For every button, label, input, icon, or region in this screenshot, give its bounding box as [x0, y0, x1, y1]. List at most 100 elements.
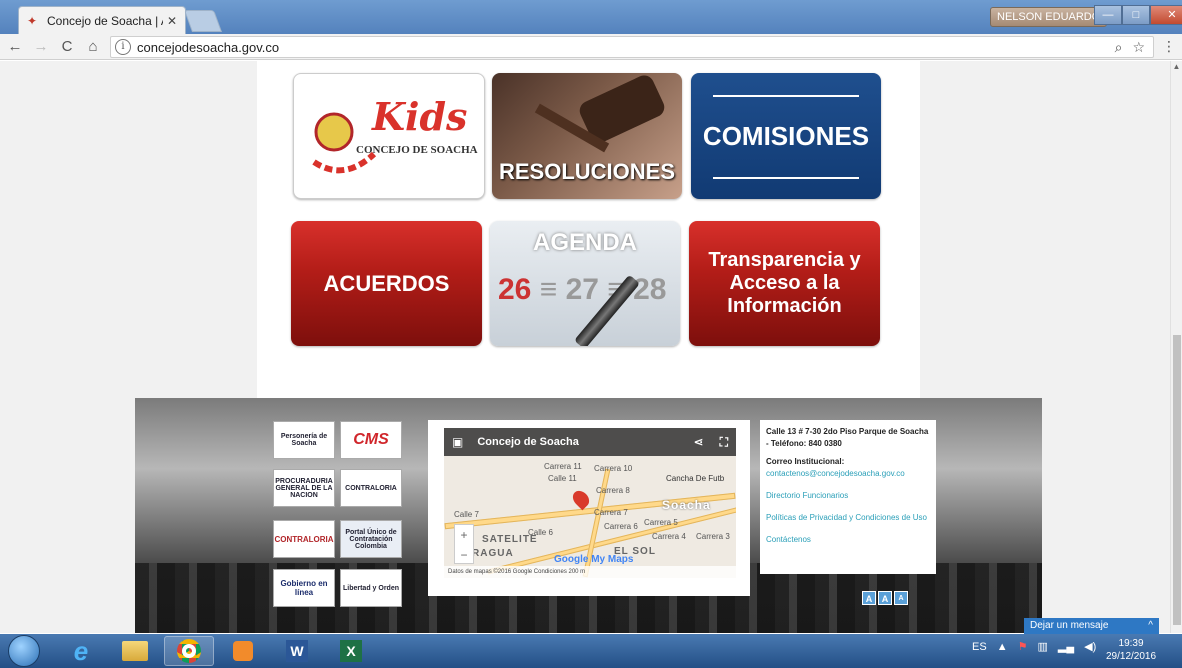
resoluciones-tile[interactable]: RESOLUCIONES [492, 73, 682, 199]
map-pin-icon[interactable] [569, 487, 593, 511]
street-label: Carrera 11 [544, 462, 582, 471]
footer: Personería de Soacha CMS PROCURADURIA GE… [135, 398, 1042, 633]
colombia-shield-logo[interactable]: Libertad y Orden [340, 569, 402, 607]
map-zoom-control: + − [454, 524, 474, 564]
place-label: Soacha [662, 498, 711, 512]
street-label: Carrera 10 [594, 464, 633, 473]
clock-time: 19:39 [1118, 638, 1144, 649]
page-scrollbar[interactable]: ▲ [1170, 61, 1182, 633]
profile-button[interactable]: NELSON EDUARDO [990, 7, 1108, 27]
fullscreen-icon[interactable]: ⛶ [720, 435, 728, 450]
url-text: concejodesoacha.gov.co [137, 39, 280, 55]
cms-logo[interactable]: CMS [340, 421, 402, 459]
network-icon[interactable]: ▥ [1037, 640, 1047, 653]
street-label: Carrera 7 [594, 508, 628, 517]
map-header: ▣ Concejo de Soacha ⋖ ⛶ [444, 428, 736, 456]
street-label: Carrera 4 [652, 532, 686, 541]
contactenos-link[interactable]: Contáctenos [766, 534, 930, 546]
new-tab-button[interactable] [183, 10, 223, 32]
agenda-day-26: 26 [498, 273, 532, 306]
windows-taskbar: e W X ES ▲ ⚑ ▥ ▂▄ ◀) 19:39 29/12/2016 [0, 634, 1182, 668]
comisiones-bottom-line [713, 177, 859, 179]
chevron-up-icon[interactable]: ^ [1148, 618, 1153, 634]
agenda-tile[interactable]: AGENDA 26 ≡ 27 ≡ 28 [490, 221, 680, 346]
bookmark-star-icon[interactable]: ☆ [1132, 39, 1145, 56]
text-size-large-button[interactable]: A [862, 591, 876, 605]
text-size-controls: A A A [862, 591, 908, 605]
signal-icon[interactable]: ▂▄ [1058, 640, 1074, 653]
word-icon[interactable]: W [272, 636, 322, 666]
window-controls: — □ ✕ [1094, 5, 1182, 25]
text-size-small-button[interactable]: A [894, 591, 908, 605]
kids-tile[interactable]: Kids CONCEJO DE SOACHA [293, 73, 485, 199]
acuerdos-label: ACUERDOS [323, 270, 450, 296]
internet-explorer-icon[interactable]: e [56, 636, 106, 666]
volume-icon[interactable]: ◀) [1084, 640, 1096, 653]
zoom-icon[interactable]: ⌕ [1115, 39, 1123, 56]
portal-contratacion-logo[interactable]: Portal Único de Contratación Colombia [340, 520, 402, 558]
directorio-link[interactable]: Directorio Funcionarios [766, 490, 930, 502]
kids-word: Kids [372, 94, 468, 139]
home-button[interactable]: ⌂ [82, 38, 104, 55]
gobierno-en-linea-logo[interactable]: Gobierno en línea [273, 569, 335, 607]
clock[interactable]: 19:39 29/12/2016 [1106, 637, 1156, 663]
street-label: Carrera 8 [596, 486, 630, 495]
scroll-up-icon[interactable]: ▲ [1171, 61, 1182, 73]
transparencia-line-3: Información [727, 295, 842, 317]
back-button[interactable]: ← [4, 38, 26, 55]
agenda-day-28: 28 [633, 273, 667, 306]
file-explorer-icon[interactable] [110, 636, 160, 666]
page-viewport: Kids CONCEJO DE SOACHA RESOLUCIONES COMI… [0, 61, 1170, 633]
reload-button[interactable]: C [56, 38, 78, 55]
site-info-icon[interactable]: i [115, 39, 131, 55]
browser-tab[interactable]: ✦ Concejo de Soacha | Acu ✕ [18, 6, 186, 34]
excel-icon[interactable]: X [326, 636, 376, 666]
close-window-button[interactable]: ✕ [1150, 5, 1182, 25]
system-tray: ES ▲ ⚑ ▥ ▂▄ ◀) [972, 640, 1096, 654]
share-icon[interactable]: ⋖ [694, 435, 704, 450]
language-indicator[interactable]: ES [972, 641, 987, 653]
contraloria-logo[interactable]: CONTRALORIA [340, 469, 402, 507]
maximize-button[interactable]: □ [1122, 5, 1150, 25]
kids-concejo-label: CONCEJO DE SOACHA [356, 144, 478, 156]
contact-card: Calle 13 # 7-30 2do Piso Parque de Soach… [760, 420, 936, 574]
transparencia-line-1: Transparencia y [708, 249, 861, 271]
action-center-icon[interactable]: ⚑ [1018, 640, 1028, 653]
street-label: Carrera 3 [696, 532, 730, 541]
email-link[interactable]: contactenos@concejodesoacha.gov.co [766, 468, 930, 480]
forward-button[interactable]: → [30, 38, 52, 55]
agenda-day-27: 27 [565, 273, 599, 306]
tray-expand-icon[interactable]: ▲ [997, 641, 1008, 653]
politicas-link[interactable]: Políticas de Privacidad y Condiciones de… [766, 512, 930, 524]
street-label: Calle 7 [454, 510, 479, 519]
text-size-medium-button[interactable]: A [878, 591, 892, 605]
start-button[interactable] [8, 635, 40, 667]
contraloria-soacha-logo[interactable]: CONTRALORIA [273, 520, 335, 558]
personeria-logo[interactable]: Personería de Soacha [273, 421, 335, 459]
street-label: Carrera 6 [604, 522, 638, 531]
street-label: Calle 11 [548, 474, 577, 483]
address-bar[interactable]: i concejodesoacha.gov.co ⌕ ☆ [110, 36, 1154, 58]
agenda-title: AGENDA [532, 229, 637, 256]
scrollbar-thumb[interactable] [1173, 335, 1181, 625]
place-label: RAGUA [472, 548, 514, 559]
google-map[interactable]: Carrera 11 Carrera 10 Carrera 8 Carrera … [444, 428, 736, 578]
browser-toolbar: ← → C ⌂ i concejodesoacha.gov.co ⌕ ☆ [0, 34, 1182, 60]
procuraduria-logo[interactable]: PROCURADURIA GENERAL DE LA NACION [273, 469, 335, 507]
zoom-in-button[interactable]: + [455, 525, 473, 545]
resoluciones-label: RESOLUCIONES [498, 159, 676, 184]
place-label: Cancha De Futb [666, 474, 725, 483]
acuerdos-tile[interactable]: ACUERDOS [291, 221, 482, 346]
tab-close-icon[interactable]: ✕ [167, 14, 177, 28]
chat-widget[interactable]: Dejar un mensaje ^ [1024, 618, 1159, 634]
media-player-icon[interactable] [218, 636, 268, 666]
minimize-button[interactable]: — [1094, 5, 1122, 25]
zoom-out-button[interactable]: − [455, 545, 473, 565]
browser-menu-icon[interactable]: ⋮ [1162, 38, 1176, 55]
chrome-icon[interactable] [164, 636, 214, 666]
tab-title: Concejo de Soacha | Acu [47, 13, 163, 28]
map-legend-icon[interactable]: ▣ [452, 435, 463, 449]
comisiones-tile[interactable]: COMISIONES [691, 73, 881, 199]
map-attribution: Datos de mapas ©2016 Google Condiciones … [444, 566, 736, 578]
transparencia-tile[interactable]: Transparencia y Acceso a la Información [689, 221, 880, 346]
